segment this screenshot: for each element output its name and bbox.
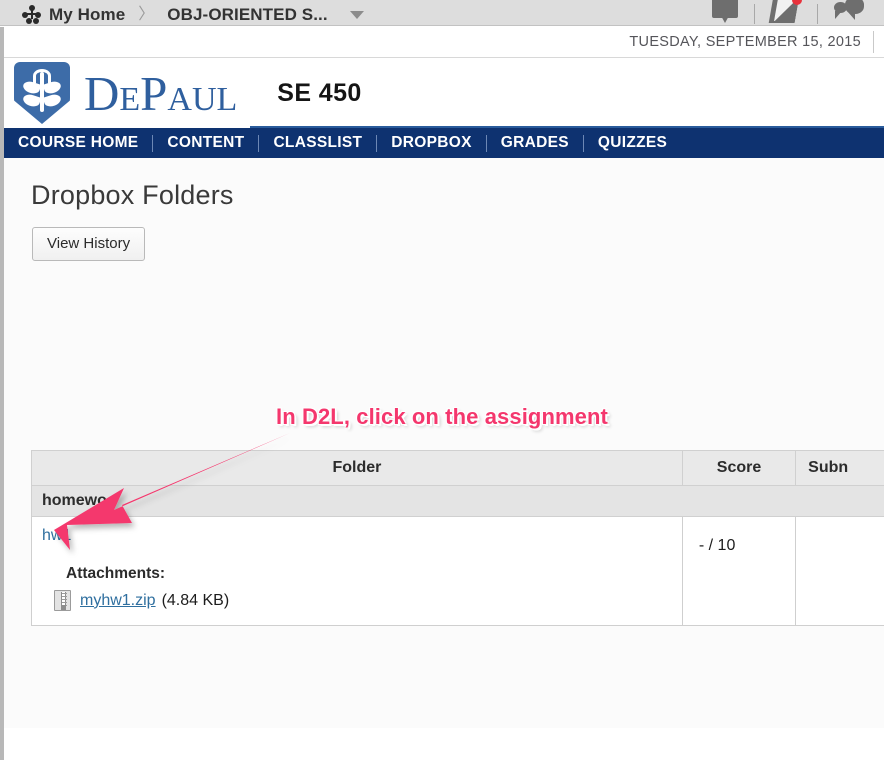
breadcrumb-separator: 〉 [138, 6, 155, 23]
category-label: homewo [31, 485, 884, 517]
screenshot-root: My Home 〉 OBJ-ORIENTED S... TUESDAY, SEP… [0, 0, 884, 760]
brand-header: DePaul SE 450 [4, 58, 884, 128]
column-header-score[interactable]: Score [681, 450, 797, 486]
table-category-row: homewo [31, 485, 884, 517]
folder-link-hw1[interactable]: hw1 [42, 527, 71, 544]
app-top-bar: My Home 〉 OBJ-ORIENTED S... [0, 0, 884, 26]
table-header-row: Folder Score Subn [31, 450, 884, 486]
notebook-icon[interactable] [768, 0, 802, 25]
nav-divider [376, 134, 378, 152]
top-bar-icons [712, 0, 884, 25]
main-nav: COURSE HOME CONTENT CLASSLIST DROPBOX GR… [4, 128, 884, 158]
nav-divider [582, 134, 584, 152]
breadcrumb-my-home[interactable]: My Home [49, 5, 125, 25]
nav-divider [152, 134, 154, 152]
score-cell: - / 10 [681, 516, 797, 626]
chat-icon[interactable] [834, 0, 866, 25]
icon-divider-2 [817, 4, 818, 24]
attachment-item: myhw1.zip (4.84 KB) [54, 590, 672, 611]
view-history-button[interactable]: View History [32, 227, 146, 261]
annotation-text: In D2L, click on the assignment [276, 404, 608, 429]
course-code: SE 450 [277, 78, 362, 107]
table-row: hw1 Attachments: myhw1.zip (4.84 KB) - /… [31, 516, 884, 626]
date-bar-divider [873, 31, 874, 53]
depaul-wordmark: DePaul [84, 65, 238, 121]
nav-item-dropbox[interactable]: DROPBOX [391, 134, 471, 152]
page-content: Dropbox Folders View History Folder Scor… [4, 158, 884, 728]
attachment-link-myhw1-zip[interactable]: myhw1.zip [80, 592, 156, 610]
breadcrumb: My Home 〉 OBJ-ORIENTED S... [0, 0, 364, 25]
nav-item-classlist[interactable]: CLASSLIST [273, 134, 362, 152]
dropbox-folders-table: Folder Score Subn homewo hw1 Attachments… [31, 450, 884, 626]
score-value: - / 10 [698, 537, 736, 554]
nav-divider [485, 134, 487, 152]
submitted-value [806, 527, 884, 537]
column-header-folder[interactable]: Folder [31, 450, 683, 486]
nav-item-content[interactable]: CONTENT [167, 134, 244, 152]
dropbox-folders-table-wrapper: Folder Score Subn homewo hw1 Attachments… [31, 450, 884, 626]
chevron-down-icon[interactable] [349, 11, 364, 19]
icon-divider-1 [754, 4, 755, 24]
submitted-cell [795, 516, 884, 626]
mail-icon[interactable] [712, 0, 738, 25]
page-viewport: TUESDAY, SEPTEMBER 15, 2015 DePaul SE 45… [0, 27, 884, 760]
page-title: Dropbox Folders [31, 180, 234, 210]
attachment-size: (4.84 KB) [161, 591, 230, 609]
network-home-icon [22, 4, 42, 24]
nav-item-quizzes[interactable]: QUIZZES [598, 134, 667, 152]
column-header-submitted[interactable]: Subn [795, 450, 884, 486]
nav-item-grades[interactable]: GRADES [501, 134, 569, 152]
nav-divider [258, 134, 260, 152]
nav-item-course-home[interactable]: COURSE HOME [18, 134, 138, 152]
current-date: TUESDAY, SEPTEMBER 15, 2015 [629, 34, 861, 50]
attachments-label: Attachments: [66, 565, 166, 582]
date-bar: TUESDAY, SEPTEMBER 15, 2015 [4, 27, 884, 58]
breadcrumb-course[interactable]: OBJ-ORIENTED S... [167, 5, 327, 25]
brand-underline [250, 126, 884, 128]
zip-file-icon [54, 590, 71, 611]
depaul-shield-icon [14, 62, 70, 124]
folder-cell: hw1 Attachments: myhw1.zip (4.84 KB) [31, 516, 683, 626]
